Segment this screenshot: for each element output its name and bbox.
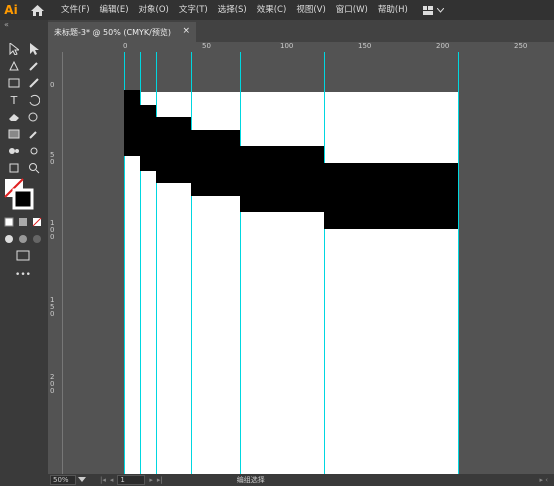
prev-artboard-icon[interactable]: ◂ [110, 476, 114, 484]
guide-line[interactable] [324, 52, 325, 474]
black-rectangle[interactable] [191, 130, 240, 196]
grid-icon [422, 5, 433, 15]
chevron-down-icon [436, 7, 444, 13]
document-tab-title: 未标题-3* @ 50% (CMYK/预览) [54, 27, 171, 37]
vertical-ruler[interactable]: 0 5 0 1 0 0 1 5 0 2 0 0 [48, 52, 63, 474]
symbol-sprayer-tool-icon[interactable] [27, 144, 41, 158]
pen-tool-icon[interactable] [7, 59, 21, 73]
rotate-tool-icon[interactable] [27, 93, 41, 107]
menu-view[interactable]: 视图(V) [291, 0, 330, 20]
menu-file[interactable]: 文件(F) [56, 0, 95, 20]
ruler-origin[interactable] [48, 42, 62, 52]
draw-mode-icons[interactable] [4, 232, 44, 246]
menu-object[interactable]: 对象(O) [134, 0, 174, 20]
rectangle-tool-icon[interactable] [7, 76, 21, 90]
black-rectangle[interactable] [140, 105, 156, 171]
document-tab[interactable]: 未标题-3* @ 50% (CMYK/预览) × [48, 22, 196, 42]
ruler-label: 1 0 0 [50, 219, 55, 241]
type-tool-icon[interactable]: T [7, 93, 21, 107]
direct-selection-tool-icon[interactable] [27, 42, 41, 56]
tools-panel: « T ••• [0, 20, 48, 486]
more-tools-icon[interactable]: ••• [15, 268, 31, 282]
fill-stroke-swatch[interactable] [4, 178, 34, 210]
ruler-label: 0 [50, 81, 55, 89]
menu-type[interactable]: 文字(T) [174, 0, 213, 20]
status-mode: 编组选择 [236, 476, 265, 484]
main-menu: 文件(F) 编辑(E) 对象(O) 文字(T) 选择(S) 效果(C) 视图(V… [56, 0, 413, 20]
gradient-tool-icon[interactable] [7, 127, 21, 141]
artboard-tool-icon[interactable] [7, 161, 21, 175]
zoom-tool-icon[interactable] [27, 161, 41, 175]
guide-line[interactable] [240, 52, 241, 474]
status-arrow-icons[interactable]: ▸ ‹ [539, 476, 548, 484]
menu-effect[interactable]: 效果(C) [252, 0, 292, 20]
guide-line[interactable] [156, 52, 157, 474]
collapse-icon[interactable]: « [0, 20, 48, 34]
menu-edit[interactable]: 编辑(E) [95, 0, 134, 20]
color-mode-icons[interactable] [4, 215, 44, 229]
zoom-select[interactable]: 50% [50, 475, 76, 485]
ruler-label: 2 0 0 [50, 373, 55, 395]
chevron-down-icon [78, 477, 86, 482]
black-rectangle[interactable] [240, 146, 324, 212]
last-artboard-icon[interactable]: ▸| [157, 476, 163, 484]
ruler-label: 250 [514, 42, 528, 50]
black-rectangle[interactable] [324, 163, 458, 229]
brush-tool-icon[interactable] [27, 76, 41, 90]
guide-line[interactable] [191, 52, 192, 474]
ruler-label: 100 [280, 42, 294, 50]
ruler-label: 1 5 0 [50, 296, 55, 318]
ruler-label: 150 [358, 42, 372, 50]
eyedropper-tool-icon[interactable] [27, 127, 41, 141]
ruler-label: 50 [202, 42, 211, 50]
eraser-tool-icon[interactable] [7, 110, 21, 124]
guide-line[interactable] [458, 52, 459, 474]
menu-bar: Ai 文件(F) 编辑(E) 对象(O) 文字(T) 选择(S) 效果(C) 视… [0, 0, 554, 20]
screen-mode-icon[interactable] [16, 249, 30, 263]
menu-window[interactable]: 窗口(W) [331, 0, 373, 20]
close-icon[interactable]: × [182, 26, 190, 36]
workspace-switcher[interactable] [422, 5, 444, 15]
home-icon[interactable] [26, 0, 48, 20]
shape-builder-tool-icon[interactable] [27, 110, 41, 124]
blend-tool-icon[interactable] [7, 144, 21, 158]
menu-help[interactable]: 帮助(H) [373, 0, 413, 20]
next-artboard-icon[interactable]: ▸ [149, 476, 153, 484]
pencil-tool-icon[interactable] [27, 59, 41, 73]
ruler-label: 0 [123, 42, 128, 50]
black-rectangle[interactable] [124, 90, 140, 156]
black-rectangle[interactable] [156, 117, 191, 183]
selection-tool-icon[interactable] [7, 42, 21, 56]
ruler-label: 200 [436, 42, 450, 50]
canvas[interactable] [63, 52, 554, 474]
menu-select[interactable]: 选择(S) [213, 0, 252, 20]
ruler-label: 5 0 [50, 151, 55, 166]
illustrator-logo: Ai [4, 3, 18, 17]
document-tabbar: 未标题-3* @ 50% (CMYK/预览) × [48, 20, 554, 42]
status-bar: 50% |◂ ◂ 1 ▸ ▸| 编组选择 ▸ ‹ [48, 474, 554, 486]
artboard-number[interactable]: 1 [117, 475, 146, 485]
first-artboard-icon[interactable]: |◂ [100, 476, 106, 484]
